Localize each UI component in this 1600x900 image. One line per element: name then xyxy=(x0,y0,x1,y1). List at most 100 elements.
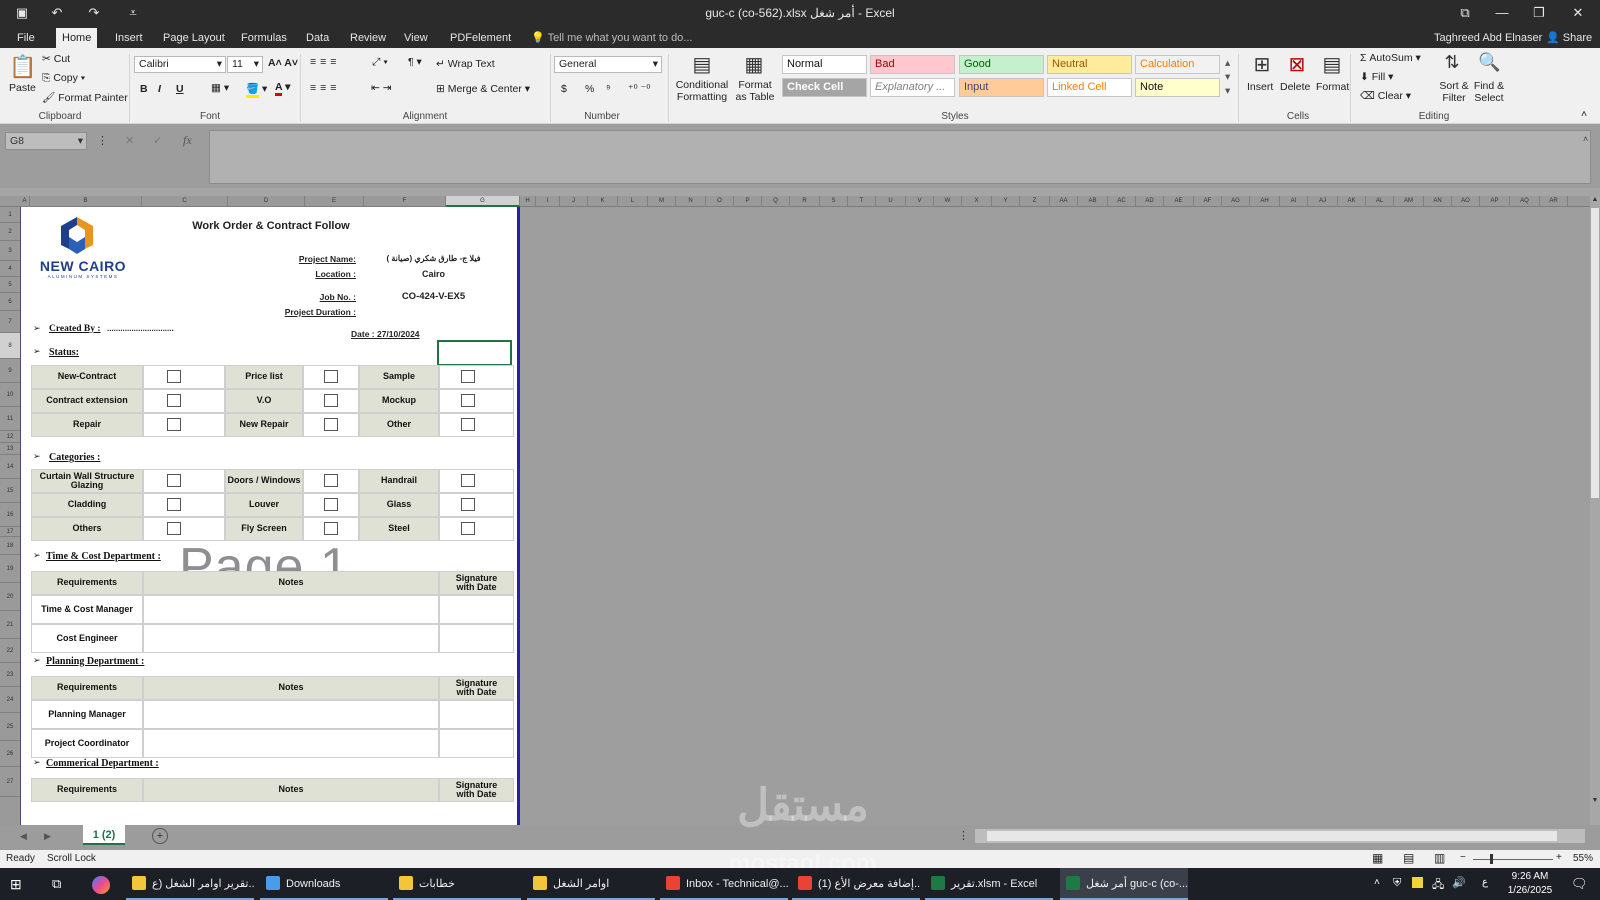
column-header-ak[interactable]: AK xyxy=(1338,196,1366,207)
styles-scroll-icon[interactable]: ▴ ▾ ▾ xyxy=(1225,56,1230,98)
minimize-icon[interactable]: — xyxy=(1491,3,1513,23)
underline-button[interactable]: U xyxy=(176,83,184,95)
percent-button[interactable]: % xyxy=(585,83,594,95)
find-icon[interactable]: 🔍 xyxy=(1478,52,1500,73)
row-header-26[interactable]: 26 xyxy=(0,741,20,767)
style-normal[interactable]: Normal xyxy=(782,55,867,74)
selected-cell-g8[interactable] xyxy=(437,340,512,366)
column-header-j[interactable]: J xyxy=(560,196,588,207)
column-header-o[interactable]: O xyxy=(706,196,734,207)
status-checkbox[interactable] xyxy=(461,394,475,407)
column-header-h[interactable]: H xyxy=(520,196,536,207)
next-sheet-icon[interactable]: ▶ xyxy=(44,831,51,842)
conditional-formatting-button[interactable]: Conditional Formatting xyxy=(672,79,732,103)
zoom-in-icon[interactable]: + xyxy=(1556,852,1562,863)
row-header-13[interactable]: 13 xyxy=(0,443,20,455)
column-header-al[interactable]: AL xyxy=(1366,196,1394,207)
cancel-entry-icon[interactable]: ✕ xyxy=(125,134,134,147)
confirm-entry-icon[interactable]: ✓ xyxy=(153,134,162,147)
bold-button[interactable]: B xyxy=(140,83,148,95)
column-header-ao[interactable]: AO xyxy=(1452,196,1480,207)
tell-me-box[interactable]: 💡 Tell me what you want to do... xyxy=(525,29,698,48)
taskbar-app[interactable]: اوامر الشغل xyxy=(527,868,655,900)
column-header-u[interactable]: U xyxy=(876,196,906,207)
row-header-2[interactable]: 2 xyxy=(0,223,20,241)
zoom-slider-thumb[interactable] xyxy=(1490,854,1493,864)
clear-button[interactable]: ⌫ Clear ▾ xyxy=(1360,90,1411,102)
column-header-m[interactable]: M xyxy=(648,196,676,207)
vertical-align-icons[interactable]: ≡≡≡ xyxy=(310,56,340,68)
column-header-y[interactable]: Y xyxy=(992,196,1020,207)
find-select-button[interactable]: Find & Select xyxy=(1471,80,1507,104)
network-icon[interactable]: 🖧 xyxy=(1432,876,1444,895)
zoom-slider[interactable] xyxy=(1473,854,1553,864)
scroll-down-icon[interactable]: ▼ xyxy=(1591,797,1599,807)
horizontal-align-icons[interactable]: ≡≡≡ xyxy=(310,82,340,94)
column-header-ae[interactable]: AE xyxy=(1164,196,1194,207)
notifications-icon[interactable]: 🗨 xyxy=(1571,876,1588,892)
restore-icon[interactable]: ❐ xyxy=(1528,3,1550,23)
column-header-aq[interactable]: AQ xyxy=(1510,196,1540,207)
status-checkbox[interactable] xyxy=(461,370,475,383)
row-header-9[interactable]: 9 xyxy=(0,359,20,383)
sort-filter-button[interactable]: Sort & Filter xyxy=(1437,80,1471,104)
column-header-ai[interactable]: AI xyxy=(1280,196,1308,207)
zoom-level[interactable]: 55% xyxy=(1573,853,1593,864)
tab-data[interactable]: Data xyxy=(300,29,335,48)
signature-cell[interactable] xyxy=(439,700,514,729)
expand-formula-icon[interactable]: ˄ xyxy=(1583,134,1588,144)
tab-insert[interactable]: Insert xyxy=(109,29,149,48)
add-sheet-icon[interactable]: + xyxy=(152,828,168,844)
task-view-icon[interactable]: ⧉ xyxy=(52,876,68,892)
column-header-am[interactable]: AM xyxy=(1394,196,1424,207)
formula-input[interactable] xyxy=(209,130,1591,184)
column-header-ar[interactable]: AR xyxy=(1540,196,1568,207)
taskbar-app[interactable]: أمر شغل guc-c (co-... xyxy=(1060,868,1188,900)
column-header-x[interactable]: X xyxy=(962,196,992,207)
grow-font-icon[interactable]: A˄ A˅ xyxy=(268,57,298,69)
column-header-r[interactable]: R xyxy=(790,196,820,207)
column-header-n[interactable]: N xyxy=(676,196,706,207)
user-name[interactable]: Taghreed Abd Elnaser xyxy=(1428,29,1548,48)
status-checkbox[interactable] xyxy=(324,370,338,383)
taskbar-app[interactable]: تقرير.xlsm - Excel xyxy=(925,868,1053,900)
status-checkbox[interactable] xyxy=(461,418,475,431)
taskbar-app[interactable]: تقرير اوامر الشغل (ع... xyxy=(126,868,254,900)
row-header-21[interactable]: 21 xyxy=(0,611,20,639)
category-checkbox[interactable] xyxy=(461,498,475,511)
conditional-formatting-icon[interactable]: ▤ xyxy=(690,52,714,78)
column-header-b[interactable]: B xyxy=(30,196,142,207)
borders-icon[interactable]: ▦ ▾ xyxy=(211,82,229,94)
tab-page-layout[interactable]: Page Layout xyxy=(157,29,231,48)
taskbar-app[interactable]: Inbox - Technical@... xyxy=(660,868,788,900)
category-checkbox[interactable] xyxy=(167,498,181,511)
tray-shield-icon[interactable]: ⛨ xyxy=(1393,877,1401,890)
column-header-f[interactable]: F xyxy=(364,196,446,207)
close-icon[interactable]: ✕ xyxy=(1567,3,1589,23)
collapse-ribbon-icon[interactable]: ˄ xyxy=(1581,108,1587,120)
column-header-ab[interactable]: AB xyxy=(1078,196,1108,207)
tray-notes-icon[interactable] xyxy=(1412,877,1423,888)
insert-cells-icon[interactable]: ⊞ xyxy=(1250,52,1274,77)
notes-cell[interactable] xyxy=(143,624,439,653)
font-size-select[interactable]: 11 ▾ xyxy=(227,56,263,73)
taskbar-app[interactable]: خطابات xyxy=(393,868,521,900)
signature-cell[interactable] xyxy=(439,729,514,758)
signature-cell[interactable] xyxy=(439,595,514,624)
vertical-scroll-thumb[interactable] xyxy=(1591,208,1599,498)
format-painter-button[interactable]: 🖌 Format Painter xyxy=(42,91,128,104)
column-header-w[interactable]: W xyxy=(934,196,962,207)
clock-time[interactable]: 9:26 AM xyxy=(1500,871,1560,882)
italic-button[interactable]: I xyxy=(158,83,161,95)
column-header-ah[interactable]: AH xyxy=(1250,196,1280,207)
style-check-cell[interactable]: Check Cell xyxy=(782,78,867,97)
row-header-16[interactable]: 16 xyxy=(0,503,20,527)
category-checkbox[interactable] xyxy=(167,474,181,487)
share-button[interactable]: 👤 Share xyxy=(1540,29,1598,48)
row-header-8[interactable]: 8 xyxy=(0,333,20,359)
paste-button[interactable]: Paste xyxy=(9,82,36,94)
status-checkbox[interactable] xyxy=(167,418,181,431)
row-header-7[interactable]: 7 xyxy=(0,311,20,333)
insert-button[interactable]: Insert xyxy=(1247,81,1273,93)
text-direction-icon[interactable]: ¶ ▾ xyxy=(408,56,422,68)
